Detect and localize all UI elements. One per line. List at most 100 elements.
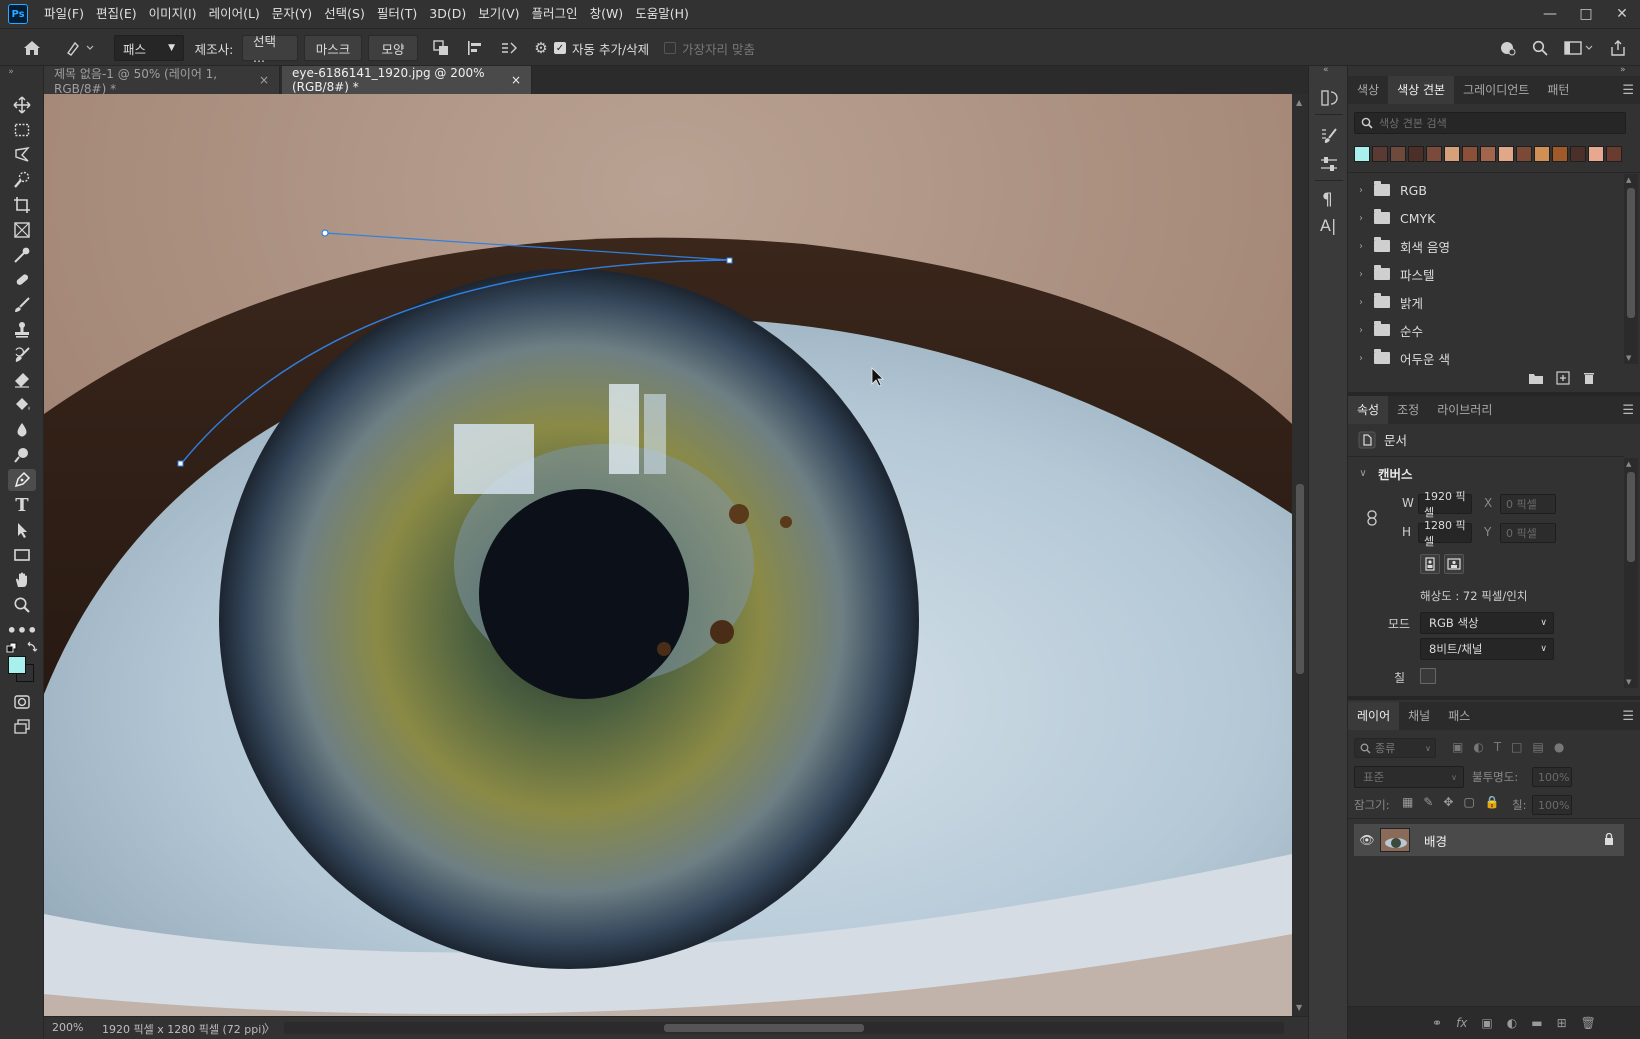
- layer-row-background[interactable]: 👁 배경: [1354, 824, 1624, 856]
- tab-adjustments[interactable]: 조정: [1388, 396, 1428, 424]
- color-swatch[interactable]: [1426, 146, 1442, 162]
- layer-lock-icon[interactable]: [1604, 832, 1614, 848]
- lock-artboard-icon[interactable]: ▢: [1463, 795, 1474, 809]
- canvas-section-header[interactable]: ∨ 캔버스: [1356, 464, 1412, 483]
- blend-mode-select[interactable]: 표준 ∨: [1354, 766, 1464, 788]
- scroll-up-icon[interactable]: ▲: [1296, 98, 1302, 107]
- swatches-scrollbar[interactable]: ▲ ▼: [1624, 174, 1638, 364]
- color-swatch[interactable]: [1534, 146, 1550, 162]
- default-colors-icon[interactable]: [4, 641, 40, 655]
- horizontal-scrollbar[interactable]: [284, 1022, 1284, 1034]
- paint-bucket-tool-icon[interactable]: [8, 394, 36, 416]
- tab-layers[interactable]: 레이어: [1348, 702, 1400, 730]
- chevron-right-icon[interactable]: ›: [1354, 353, 1368, 364]
- swatch-group[interactable]: › 순수: [1354, 316, 1626, 344]
- new-swatch-icon[interactable]: [1556, 371, 1570, 389]
- search-icon[interactable]: [1528, 35, 1552, 61]
- paragraph-icon[interactable]: ¶: [1322, 190, 1333, 210]
- color-mode-select[interactable]: RGB 색상 ∨: [1420, 612, 1554, 634]
- menu-item[interactable]: 도움말(H): [629, 0, 695, 28]
- status-menu-arrow[interactable]: 〉: [264, 1020, 275, 1036]
- close-icon[interactable]: ✕: [1604, 0, 1640, 28]
- adjustment-layer-icon[interactable]: ◐: [1507, 1016, 1517, 1030]
- swatch-group[interactable]: › 어두운 색: [1354, 344, 1626, 368]
- scroll-down-icon[interactable]: ▼: [1296, 1003, 1302, 1012]
- collapse-panel-icon[interactable]: »: [4, 66, 18, 78]
- shape-filter-icon[interactable]: □: [1511, 740, 1522, 754]
- auto-add-delete-checkbox[interactable]: ✓: [554, 42, 566, 54]
- visibility-eye-icon[interactable]: 👁: [1354, 833, 1380, 847]
- character-icon[interactable]: A|: [1320, 216, 1336, 235]
- panel-menu-icon[interactable]: ☰: [1622, 83, 1634, 98]
- swatch-group[interactable]: › 회색 음영: [1354, 232, 1626, 260]
- tab-swatches[interactable]: 색상 견본: [1388, 76, 1455, 104]
- cloud-document-icon[interactable]: [1496, 35, 1520, 61]
- tab-eye-image[interactable]: eye-6186141_1920.jpg @ 200% (RGB/8#) * ×: [282, 66, 532, 94]
- color-swatch[interactable]: [1588, 146, 1604, 162]
- color-swatch[interactable]: [1372, 146, 1388, 162]
- color-swatch[interactable]: [1606, 146, 1622, 162]
- path-selection-tool-icon[interactable]: [8, 519, 36, 541]
- gear-icon[interactable]: ⚙: [530, 35, 552, 61]
- screen-mode-icon[interactable]: [8, 716, 36, 738]
- zoom-level[interactable]: 200%: [52, 1021, 83, 1034]
- home-icon[interactable]: [18, 35, 46, 61]
- image-filter-icon[interactable]: ▣: [1452, 740, 1463, 754]
- tab-untitled-1[interactable]: 제목 없음-1 @ 50% (레이어 1, RGB/8#) * ×: [44, 66, 280, 96]
- frame-tool-icon[interactable]: [8, 219, 36, 241]
- history-panel-icon[interactable]: [1319, 88, 1339, 112]
- opacity-field[interactable]: 100%: [1532, 767, 1572, 787]
- align-edges-checkbox[interactable]: [664, 42, 676, 54]
- lock-image-icon[interactable]: ✎: [1423, 795, 1433, 809]
- vertical-scroll-thumb[interactable]: [1296, 484, 1304, 674]
- tab-patterns[interactable]: 패턴: [1538, 76, 1578, 104]
- canvas-x-field[interactable]: 0 픽셀: [1500, 494, 1556, 514]
- add-mask-icon[interactable]: ▣: [1481, 1016, 1492, 1030]
- blur-tool-icon[interactable]: [8, 419, 36, 441]
- tab-close-icon[interactable]: ×: [259, 73, 269, 87]
- tab-paths[interactable]: 패스: [1439, 702, 1479, 730]
- eraser-tool-icon[interactable]: [8, 369, 36, 391]
- filter-toggle-icon[interactable]: ●: [1554, 740, 1564, 754]
- chevron-right-icon[interactable]: ›: [1354, 241, 1368, 252]
- maximize-icon[interactable]: □: [1568, 0, 1604, 28]
- pen-tool-icon[interactable]: [8, 469, 36, 491]
- menu-item[interactable]: 레이어(L): [203, 0, 266, 28]
- zoom-tool-icon[interactable]: [8, 594, 36, 616]
- chevron-right-icon[interactable]: ›: [1354, 213, 1368, 224]
- tab-channels[interactable]: 채널: [1399, 702, 1439, 730]
- path-alignment-icon[interactable]: [462, 35, 488, 61]
- type-tool-icon[interactable]: T: [8, 494, 36, 516]
- menu-item[interactable]: 3D(D): [423, 0, 472, 28]
- photoshop-logo[interactable]: Ps: [8, 4, 28, 24]
- new-layer-icon[interactable]: ⊞: [1557, 1016, 1567, 1030]
- anchor-point[interactable]: [177, 460, 184, 467]
- collapse-dock-icon[interactable]: »: [1620, 65, 1626, 75]
- link-icon[interactable]: [1366, 510, 1378, 529]
- share-icon[interactable]: [1606, 35, 1630, 61]
- crop-tool-icon[interactable]: [8, 194, 36, 216]
- swatch-group[interactable]: › RGB: [1354, 176, 1626, 204]
- path-operations-icon[interactable]: [428, 35, 454, 61]
- collapse-panels-icon[interactable]: «: [1323, 65, 1329, 75]
- link-layers-icon[interactable]: ⚭: [1432, 1016, 1442, 1030]
- vertical-scrollbar[interactable]: ▲ ▼: [1292, 94, 1308, 1016]
- new-group-folder-icon[interactable]: [1528, 371, 1544, 389]
- canvas-fill-swatch[interactable]: [1420, 668, 1436, 684]
- color-swatch[interactable]: [1408, 146, 1424, 162]
- color-swatch[interactable]: [1444, 146, 1460, 162]
- tab-properties[interactable]: 속성: [1348, 396, 1389, 424]
- color-swatch[interactable]: [1390, 146, 1406, 162]
- properties-scrollbar[interactable]: ▲ ▼: [1624, 458, 1638, 688]
- panel-menu-icon[interactable]: ☰: [1622, 709, 1634, 724]
- color-swatch[interactable]: [1516, 146, 1532, 162]
- new-group-icon[interactable]: ▬: [1531, 1016, 1542, 1030]
- trash-icon[interactable]: [1582, 371, 1596, 389]
- tab-gradients[interactable]: 그레이디언트: [1454, 76, 1538, 104]
- color-swatch[interactable]: [1498, 146, 1514, 162]
- adjustment-filter-icon[interactable]: ◐: [1473, 740, 1483, 754]
- swatch-group[interactable]: › CMYK: [1354, 204, 1626, 232]
- lasso-tool-icon[interactable]: [8, 144, 36, 166]
- align-edges-option[interactable]: 가장자리 맞춤: [664, 35, 784, 61]
- chevron-right-icon[interactable]: ›: [1354, 269, 1368, 280]
